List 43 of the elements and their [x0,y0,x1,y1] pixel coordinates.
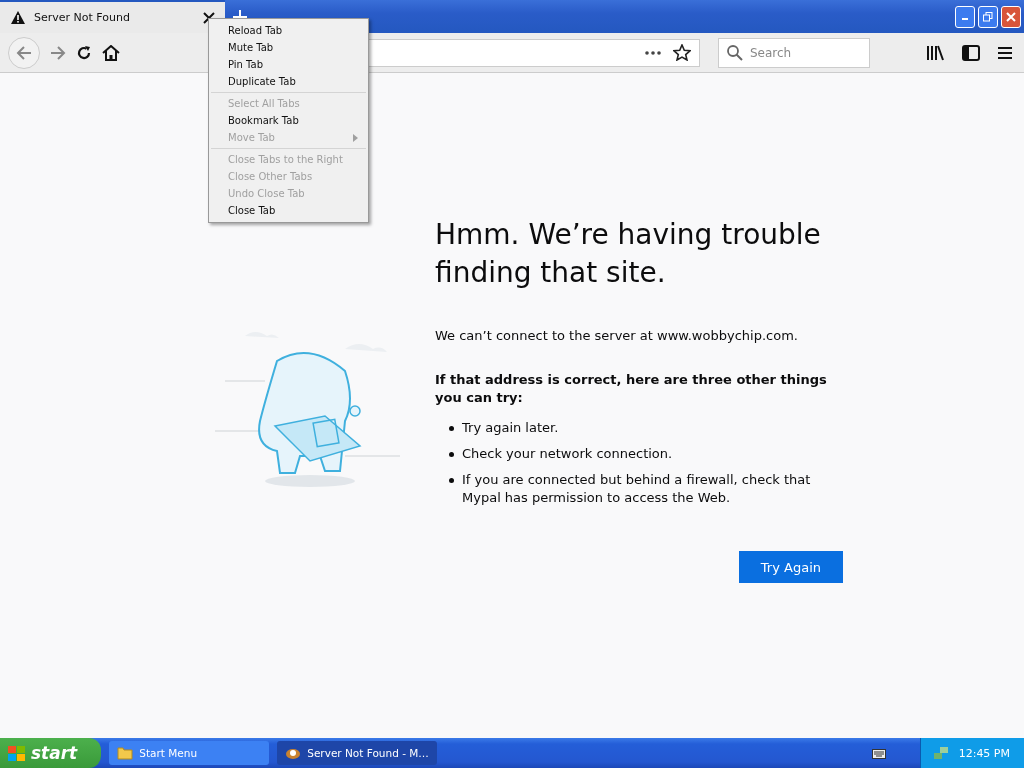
tab-title: Server Not Found [34,11,131,24]
taskbar-button[interactable]: Server Not Found - M… [277,741,438,765]
sidebar-icon[interactable] [962,44,980,61]
suggestions-heading: If that address is correct, here are three other things you can try: [435,371,828,407]
app-icon [285,746,302,760]
menu-item[interactable]: Close Tab [211,202,366,219]
menu-item[interactable]: Duplicate Tab [211,73,366,90]
minimize-button[interactable] [955,5,975,28]
search-field[interactable]: Search [718,37,870,68]
star-icon[interactable] [673,44,691,61]
folder-icon [117,746,134,760]
warning-icon [10,10,26,25]
menu-item[interactable]: Bookmark Tab [211,112,366,129]
keyboard-icon[interactable] [871,746,886,759]
suggestion-text: Check your network connection. [462,445,673,463]
menu-item[interactable]: Pin Tab [211,56,366,73]
library-icon[interactable] [926,44,944,61]
try-again-button[interactable]: Try Again [738,551,843,583]
close-button[interactable] [1001,5,1021,28]
home-icon[interactable] [102,44,120,61]
forward-icon[interactable] [50,45,66,60]
restore-button[interactable] [978,5,998,28]
reload-icon[interactable] [76,44,92,61]
error-description: We can’t connect to the server at www.wobbychip.com. [435,328,799,343]
suggestion-text: If you are connected but behind a firewall, check that Mypal has permission to access the Web. [462,471,812,507]
bullet-icon [449,426,454,431]
back-arrow-icon [16,45,32,60]
taskbar-button[interactable]: Start Menu [109,741,270,765]
error-title: Hmm. We’re having trouble finding that site. [435,217,822,291]
browser-tab[interactable]: Server Not Found [0,0,225,33]
search-icon [727,44,743,61]
menu-icon[interactable] [998,46,1012,59]
windows-logo-icon [8,745,25,761]
suggestion-text: Try again later. [462,419,559,437]
bullet-icon [449,478,454,483]
close-icon[interactable] [203,11,215,24]
restore-icon [983,11,993,22]
back-button[interactable] [8,36,40,69]
more-icon[interactable] [645,50,661,55]
clock: 12:45 PM [958,746,1010,760]
menu-item[interactable]: Mute Tab [211,39,366,56]
bullet-icon [449,452,454,457]
close-icon [1006,11,1016,22]
